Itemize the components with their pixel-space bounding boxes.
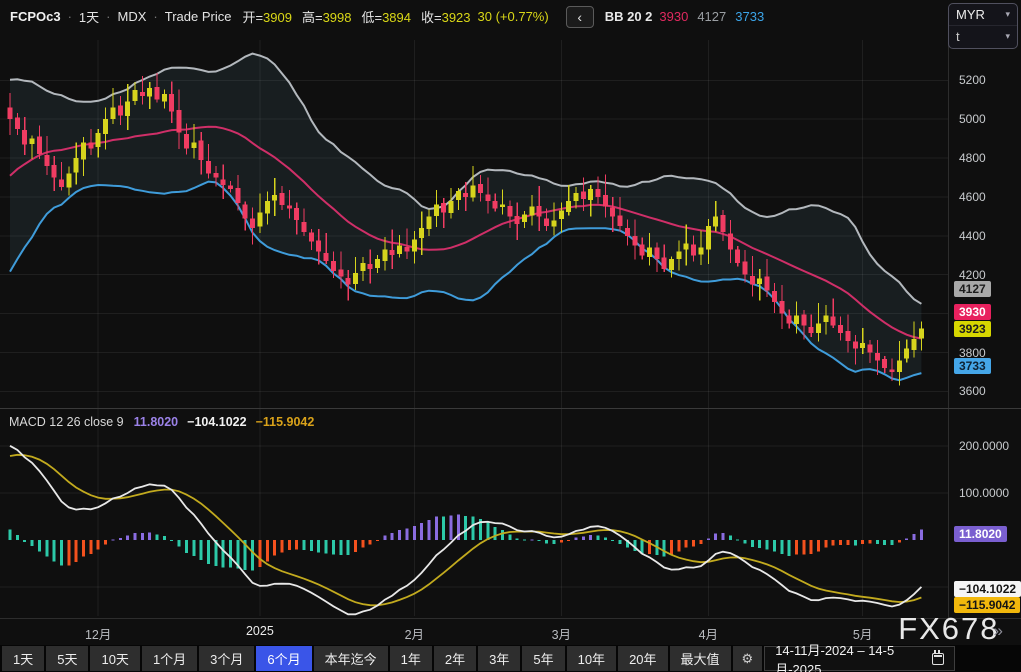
price-tick-label: 5000 <box>959 112 986 126</box>
time-axis-label: 3月 <box>552 624 571 643</box>
time-axis-label: 2025 <box>246 624 274 638</box>
gear-icon: ⚙ <box>742 651 754 667</box>
chart-header: FCPOc3 · 1天 · MDX · Trade Price 开=3909 高=… <box>0 0 954 33</box>
macd-tick-label: 100.0000 <box>959 486 1009 500</box>
macd-value: 11.8020 <box>134 415 179 429</box>
range-button-10天[interactable]: 10天 <box>90 646 139 671</box>
series-type-label: Trade Price <box>165 9 232 24</box>
range-buttons: 1天5天10天1个月3个月6个月本年迄今1年2年3年5年10年20年最大值 <box>2 646 731 671</box>
bb-indicator-values: 3930 4127 3733 <box>659 9 764 24</box>
macd-indicator-values: 11.8020 −104.1022 −115.9042 <box>134 415 315 429</box>
macd-hist-value: 11.8020 <box>954 526 1007 542</box>
macd-tick-label: 200.0000 <box>959 439 1009 453</box>
ohlc-item: 低=3894 <box>361 7 411 26</box>
range-button-最大值[interactable]: 最大值 <box>670 646 731 671</box>
chevron-left-icon: ‹ <box>577 10 582 24</box>
range-button-3个月[interactable]: 3个月 <box>199 646 254 671</box>
currency-selector[interactable]: MYR ▾ <box>949 4 1017 25</box>
collapse-legend-button[interactable]: ‹ <box>566 6 594 28</box>
macd-histogram-layer <box>9 515 923 571</box>
time-axis-label: 4月 <box>699 624 718 643</box>
unit-value: t <box>956 29 960 44</box>
ohlc-item: 高=3998 <box>302 7 352 26</box>
range-button-2年[interactable]: 2年 <box>434 646 476 671</box>
watermark: FX678 » <box>898 611 1005 647</box>
bb-lower-value: 3733 <box>954 358 991 374</box>
macd-value: −104.1022 <box>187 415 246 429</box>
ohlc-value: 3998 <box>323 10 352 25</box>
date-range-picker[interactable]: 14-11月-2024 – 14-5月-2025 <box>764 646 955 671</box>
range-button-本年迄今[interactable]: 本年迄今 <box>314 646 388 671</box>
last-price: 3923 <box>954 321 991 337</box>
range-button-1天[interactable]: 1天 <box>2 646 44 671</box>
separator-dot: · <box>153 9 157 24</box>
ohlc-label: 开= <box>242 10 263 25</box>
separator-dot: · <box>68 9 72 24</box>
price-tick-label: 4400 <box>959 229 986 243</box>
change-value: 30 (+0.77%) <box>478 9 549 24</box>
ohlc-item: 收=3923 <box>421 7 471 26</box>
separator-dot: · <box>106 9 110 24</box>
ohlc-item: 开=3909 <box>242 7 292 26</box>
ohlc-values: 开=3909 高=3998 低=3894 收=3923 <box>242 7 470 26</box>
time-axis-label: 12月 <box>85 624 111 643</box>
symbol-name[interactable]: FCPOc3 <box>10 9 61 24</box>
double-chevron-right-icon: » <box>994 621 1005 641</box>
ohlc-label: 高= <box>302 10 323 25</box>
chevron-down-icon: ▾ <box>1005 9 1010 20</box>
bb-upper-value: 4127 <box>954 281 991 297</box>
price-tick-label: 5200 <box>959 73 986 87</box>
ohlc-value: 3894 <box>382 10 411 25</box>
bb-band-value: 3930 <box>659 9 688 24</box>
bb-band-value: 3733 <box>735 9 764 24</box>
ohlc-label: 收= <box>421 10 442 25</box>
bb-indicator-title[interactable]: BB 20 2 <box>605 9 653 24</box>
bb-mid-value: 3930 <box>954 304 991 320</box>
exchange-label: MDX <box>118 9 147 24</box>
range-button-20年[interactable]: 20年 <box>618 646 667 671</box>
calendar-icon <box>932 653 944 665</box>
chevron-down-icon: ▾ <box>1005 31 1010 42</box>
range-button-3年[interactable]: 3年 <box>478 646 520 671</box>
ohlc-label: 低= <box>361 10 382 25</box>
range-button-6个月[interactable]: 6个月 <box>256 646 311 671</box>
macd-legend: MACD 12 26 close 9 11.8020 −104.1022 −115.… <box>9 415 314 429</box>
macd-line-value: −104.1022 <box>954 581 1021 597</box>
range-button-1个月[interactable]: 1个月 <box>142 646 197 671</box>
trading-chart-app: FCPOc3 · 1天 · MDX · Trade Price 开=3909 高=… <box>0 0 1021 672</box>
chart-settings-button[interactable]: ⚙ <box>733 646 763 671</box>
price-axis[interactable]: 52005000480046004400420038003600200.0000… <box>948 0 1021 618</box>
range-toolbar: 1天5天10天1个月3个月6个月本年迄今1年2年3年5年10年20年最大值 ⚙ … <box>0 645 1021 672</box>
range-button-10年[interactable]: 10年 <box>567 646 616 671</box>
ohlc-value: 3923 <box>442 10 471 25</box>
bb-band-value: 4127 <box>697 9 726 24</box>
unit-selector[interactable]: t ▾ <box>949 25 1017 47</box>
macd-value: −115.9042 <box>256 415 315 429</box>
price-tick-label: 3600 <box>959 384 986 398</box>
ohlc-value: 3909 <box>263 10 292 25</box>
range-button-5天[interactable]: 5天 <box>46 646 88 671</box>
interval-selector[interactable]: 1天 <box>79 7 99 26</box>
range-button-5年[interactable]: 5年 <box>522 646 564 671</box>
price-and-macd-chart[interactable] <box>0 0 948 618</box>
watermark-text: FX678 <box>898 611 999 647</box>
price-tick-label: 4800 <box>959 151 986 165</box>
time-axis-label: 2月 <box>405 624 424 643</box>
price-tick-label: 4200 <box>959 268 986 282</box>
macd-indicator-title[interactable]: MACD 12 26 close 9 <box>9 415 124 429</box>
axis-unit-panel: MYR ▾ t ▾ <box>948 3 1018 49</box>
currency-value: MYR <box>956 7 985 22</box>
pane-divider[interactable] <box>0 408 1021 409</box>
range-button-1年[interactable]: 1年 <box>390 646 432 671</box>
price-tick-label: 4600 <box>959 190 986 204</box>
